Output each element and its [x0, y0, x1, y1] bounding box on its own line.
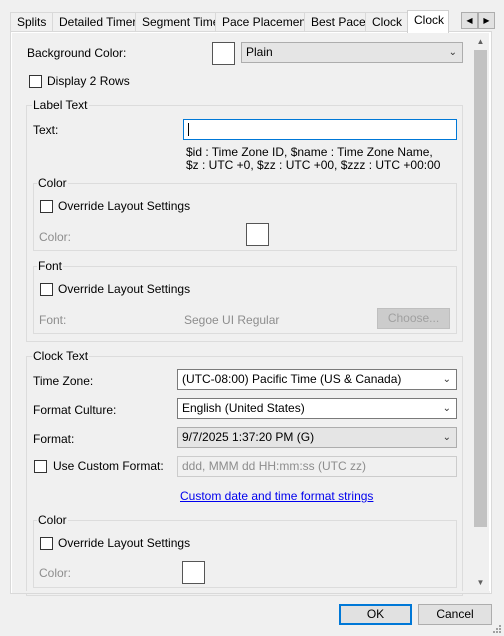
tab-splits[interactable]: Splits [10, 12, 54, 32]
tab-detailed-timer[interactable]: Detailed Timer [52, 12, 144, 32]
chevron-right-icon: ▶ [483, 16, 490, 25]
help-line-1: $id : Time Zone ID, $name : Time Zone Na… [186, 145, 433, 159]
background-color-swatch[interactable] [212, 42, 235, 65]
tab-best-pace[interactable]: Best Pace [304, 12, 373, 32]
label-font-label: Font: [39, 313, 67, 327]
label-color-label: Color: [39, 230, 72, 244]
tab-clock[interactable]: Clock [365, 12, 410, 32]
timezone-select[interactable]: (UTC-08:00) Pacific Time (US & Canada) ⌄ [177, 369, 457, 390]
ok-button[interactable]: OK [339, 604, 412, 625]
tab-scroll-left-button[interactable]: ◀ [461, 12, 478, 29]
clock-color-title: Color [37, 513, 68, 527]
format-value: 9/7/2025 1:37:20 PM (G) [182, 430, 315, 444]
text-label: Text: [33, 123, 59, 137]
cancel-button[interactable]: Cancel [418, 604, 492, 625]
custom-format-checkbox[interactable] [34, 460, 47, 473]
clock-color-label: Color: [39, 566, 72, 580]
format-select[interactable]: 9/7/2025 1:37:20 PM (G) ⌄ [177, 427, 457, 448]
timezone-label: Time Zone: [33, 374, 94, 388]
label-font-override-checkbox[interactable] [40, 283, 53, 296]
format-label: Format: [33, 432, 75, 446]
tab-scroll-right-button[interactable]: ▶ [478, 12, 495, 29]
clock-color-override-label: Override Layout Settings [58, 536, 191, 550]
custom-format-input[interactable]: ddd, MMM dd HH:mm:ss (UTC zz) [177, 456, 457, 477]
tab-pace-placement[interactable]: Pace Placement [215, 12, 317, 32]
resize-grip-icon[interactable] [492, 624, 502, 634]
panel-bottom-border [10, 593, 492, 594]
label-font-title: Font [37, 259, 64, 273]
background-mode-select[interactable]: Plain ⌄ [241, 42, 463, 63]
tab-clock-active[interactable]: Clock [407, 10, 449, 33]
display-2-rows-checkbox[interactable] [29, 75, 42, 88]
timezone-value: (UTC-08:00) Pacific Time (US & Canada) [182, 372, 402, 386]
chevron-down-icon: ⌄ [442, 374, 451, 385]
display-2-rows-label: Display 2 Rows [47, 74, 130, 88]
custom-format-link[interactable]: Custom date and time format strings [180, 489, 373, 503]
text-caret [188, 123, 189, 136]
label-font-value: Segoe UI Regular [184, 313, 280, 327]
clock-color-swatch[interactable] [182, 561, 205, 584]
culture-label: Format Culture: [33, 403, 117, 417]
label-color-title: Color [37, 176, 68, 190]
label-color-override-checkbox[interactable] [40, 200, 53, 213]
label-color-swatch[interactable] [246, 223, 269, 246]
vertical-scrollbar[interactable]: ▲ ▼ [472, 33, 489, 591]
chevron-down-icon: ⌄ [442, 403, 451, 414]
clock-color-group [33, 520, 457, 588]
tab-strip: Splits Detailed Timer Segment Time Pace … [10, 10, 460, 33]
custom-format-label: Use Custom Format: [53, 459, 164, 473]
background-mode-value: Plain [246, 45, 273, 59]
scroll-thumb[interactable] [474, 50, 487, 527]
chevron-left-icon: ◀ [466, 16, 473, 25]
label-color-override-label: Override Layout Settings [58, 199, 191, 213]
label-text-input[interactable] [183, 119, 457, 140]
label-font-choose-button[interactable]: Choose... [377, 308, 450, 329]
background-color-label: Background Color: [27, 46, 127, 60]
help-line-2: $z : UTC +0, $zz : UTC +00, $zzz : UTC +… [186, 158, 441, 172]
label-text-title: Label Text [32, 98, 89, 112]
scroll-down-icon[interactable]: ▼ [472, 574, 489, 591]
label-color-group [33, 183, 457, 251]
culture-value: English (United States) [182, 401, 305, 415]
chevron-down-icon: ⌄ [448, 47, 457, 58]
label-font-override-label: Override Layout Settings [58, 282, 191, 296]
clock-color-override-checkbox[interactable] [40, 537, 53, 550]
clock-text-title: Clock Text [32, 349, 90, 363]
scroll-up-icon[interactable]: ▲ [472, 33, 489, 50]
chevron-down-icon: ⌄ [442, 432, 451, 443]
culture-select[interactable]: English (United States) ⌄ [177, 398, 457, 419]
tab-segment-time[interactable]: Segment Time [135, 12, 227, 32]
